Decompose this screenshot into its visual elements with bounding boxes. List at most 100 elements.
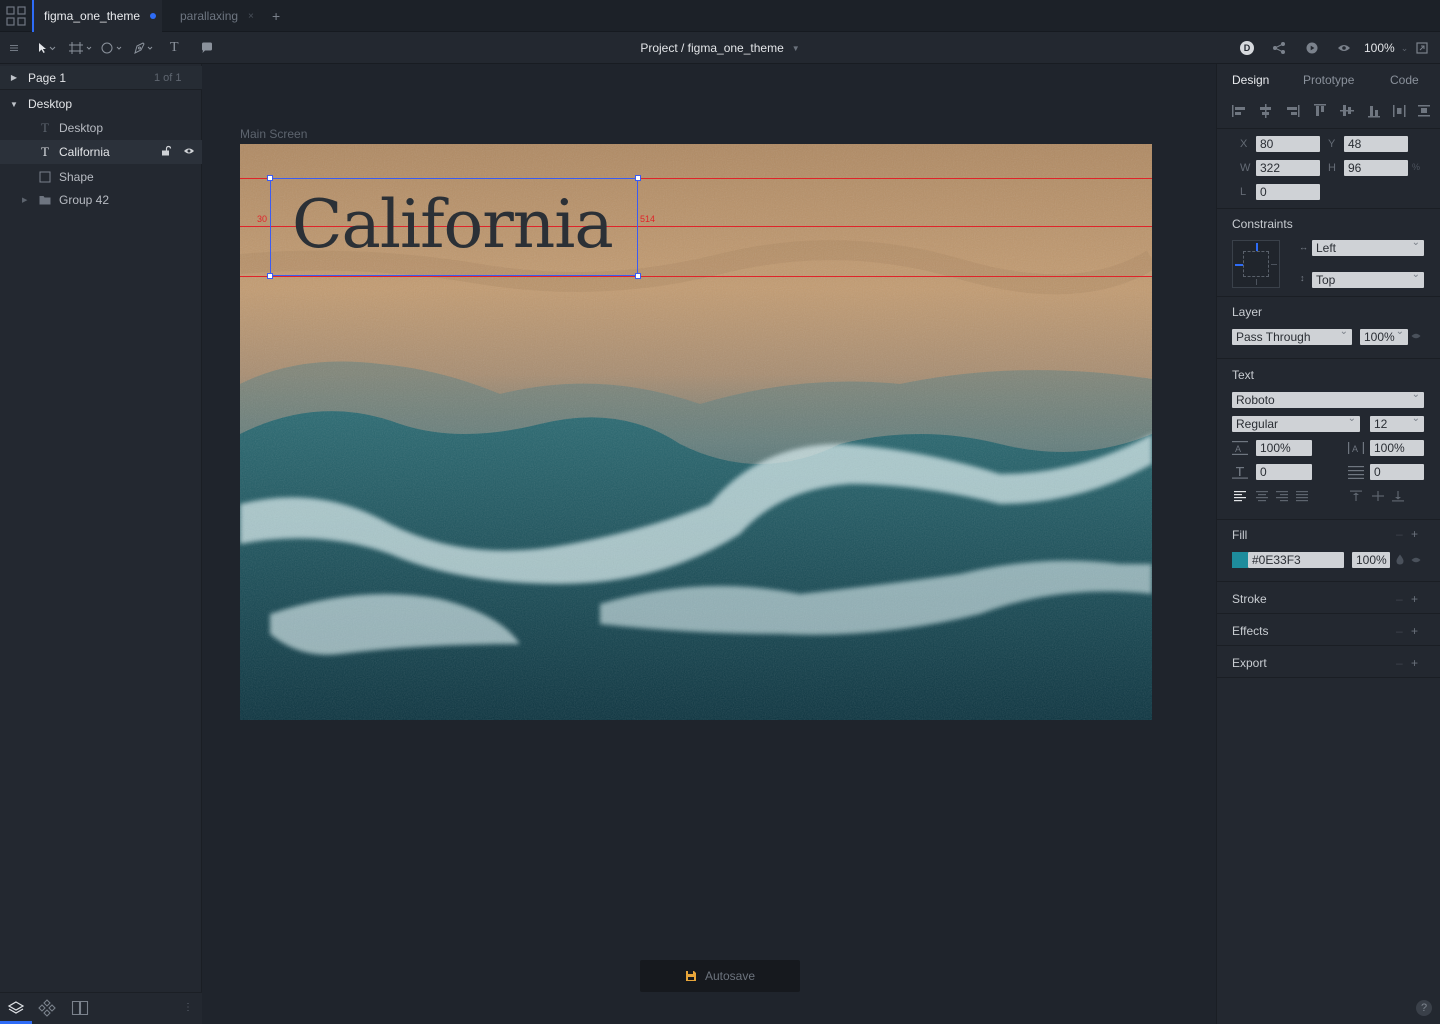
tab-figma-one-theme[interactable]: figma_one_theme xyxy=(32,0,162,32)
frame-tool-icon[interactable] xyxy=(68,32,94,64)
unlock-icon[interactable] xyxy=(160,145,172,157)
constraint-bottom-bar[interactable] xyxy=(1256,279,1257,285)
layer-item-california[interactable]: T California xyxy=(0,140,202,164)
resize-handle-bl[interactable] xyxy=(267,273,273,279)
opacity-select[interactable]: 100% xyxy=(1360,326,1408,345)
font-family-select[interactable]: Roboto xyxy=(1232,389,1424,408)
components-icon[interactable] xyxy=(38,999,56,1017)
remove-effect-icon[interactable]: – xyxy=(1396,624,1403,638)
paragraph-spacing-field[interactable]: 0 xyxy=(1256,464,1312,480)
unsaved-dot-icon xyxy=(150,13,157,19)
preview-eye-icon[interactable] xyxy=(1337,32,1351,64)
frame-label[interactable]: Main Screen xyxy=(240,127,307,141)
apps-grid-icon[interactable] xyxy=(0,0,32,32)
y-field[interactable]: 48 xyxy=(1344,136,1408,152)
letter-spacing-field[interactable]: 100% xyxy=(1370,440,1424,456)
fill-hex-field[interactable]: #0E33F3 xyxy=(1248,552,1344,568)
library-book-icon[interactable] xyxy=(71,999,89,1017)
align-top-icon xyxy=(1314,104,1326,116)
resize-handle-tr[interactable] xyxy=(635,175,641,181)
measure-right-label: 514 xyxy=(640,214,656,224)
layer-label: Desktop xyxy=(59,121,104,135)
line-height-field[interactable]: 100% xyxy=(1256,440,1312,456)
divider xyxy=(1216,581,1440,582)
visibility-eye-icon[interactable] xyxy=(183,145,195,157)
caret-right-icon: ▶ xyxy=(10,73,18,82)
layer-visibility-eye-icon[interactable] xyxy=(1411,331,1421,341)
caret-right-icon[interactable]: ▶ xyxy=(22,196,32,204)
font-size-select[interactable]: 12 xyxy=(1370,413,1424,432)
remove-fill-icon[interactable]: – xyxy=(1396,527,1403,541)
add-fill-icon[interactable]: + xyxy=(1411,527,1418,541)
vertical-align-top-icon xyxy=(1350,490,1362,501)
layers-icon[interactable] xyxy=(7,999,25,1017)
caret-down-icon[interactable]: ▼ xyxy=(0,100,28,109)
text-tool-icon[interactable]: T xyxy=(170,32,179,64)
help-icon[interactable]: ? xyxy=(1416,1000,1432,1016)
remove-export-icon[interactable]: – xyxy=(1396,656,1403,670)
avatar-initial: D xyxy=(1240,41,1254,55)
tab-label: figma_one_theme xyxy=(44,9,141,23)
autosave-indicator: Autosave xyxy=(640,960,800,992)
tab-design[interactable]: Design xyxy=(1232,64,1269,96)
fill-opacity-field[interactable]: 100% xyxy=(1352,552,1390,568)
fill-title: Fill xyxy=(1232,528,1248,542)
h-field[interactable]: 96 xyxy=(1344,160,1408,176)
align-center-h-icon xyxy=(1260,104,1271,118)
layer-label: Desktop xyxy=(28,97,73,111)
resize-handle-tl[interactable] xyxy=(267,175,273,181)
fill-color-swatch[interactable] xyxy=(1232,552,1248,568)
add-stroke-icon[interactable]: + xyxy=(1411,592,1418,606)
pen-tool-icon[interactable] xyxy=(132,32,158,64)
comment-tool-icon[interactable] xyxy=(200,32,214,64)
add-export-icon[interactable]: + xyxy=(1411,656,1418,670)
fill-visibility-eye-icon[interactable] xyxy=(1411,555,1421,565)
add-effect-icon[interactable]: + xyxy=(1411,624,1418,638)
shape-tool-icon[interactable] xyxy=(100,32,128,64)
layer-item-group-42[interactable]: ▶ Group 42 xyxy=(0,188,202,212)
tab-prototype[interactable]: Prototype xyxy=(1303,64,1354,96)
constraint-left-bar[interactable] xyxy=(1235,264,1243,266)
constraint-horizontal-select[interactable]: Left xyxy=(1312,237,1424,256)
constrain-proportions-icon[interactable]: % xyxy=(1412,162,1420,172)
divider xyxy=(1216,128,1440,129)
zoom-level[interactable]: 100% ⌄ xyxy=(1364,32,1408,64)
constraint-vertical-select[interactable]: Top xyxy=(1312,269,1424,288)
x-field[interactable]: 80 xyxy=(1256,136,1320,152)
divider xyxy=(1216,645,1440,646)
divider xyxy=(1216,208,1440,209)
layer-item-desktop[interactable]: T Desktop xyxy=(0,116,202,140)
layer-item-shape[interactable]: Shape xyxy=(0,165,202,189)
move-tool-icon[interactable] xyxy=(36,32,58,64)
w-field[interactable]: 322 xyxy=(1256,160,1320,176)
fullscreen-icon[interactable] xyxy=(1416,32,1428,64)
blend-mode-select[interactable]: Pass Through xyxy=(1232,326,1352,345)
tab-parallaxing[interactable]: parallaxing × xyxy=(170,0,260,32)
rotation-field[interactable]: 0 xyxy=(1256,184,1320,200)
constraints-widget[interactable] xyxy=(1232,240,1280,288)
paragraph-indent-icon xyxy=(1348,465,1364,479)
paragraph-indent-field[interactable]: 0 xyxy=(1370,464,1424,480)
resize-handle-br[interactable] xyxy=(635,273,641,279)
font-weight-select[interactable]: Regular xyxy=(1232,413,1360,432)
tab-code[interactable]: Code xyxy=(1390,64,1419,96)
more-options-icon[interactable]: ⋮ xyxy=(183,1002,193,1013)
selection-box[interactable] xyxy=(270,178,638,276)
avatar[interactable]: D xyxy=(1240,32,1254,64)
layer-frame-desktop[interactable]: ▼ Desktop xyxy=(0,92,202,116)
layer-label: Shape xyxy=(59,170,94,184)
play-icon[interactable] xyxy=(1305,32,1319,64)
fill-drop-icon[interactable] xyxy=(1396,554,1404,565)
add-tab-button[interactable]: + xyxy=(272,0,280,32)
share-icon[interactable] xyxy=(1272,32,1286,64)
svg-text:A: A xyxy=(1352,444,1358,454)
remove-stroke-icon[interactable]: – xyxy=(1396,592,1403,606)
paragraph-spacing-icon xyxy=(1232,465,1248,479)
layer-title: Layer xyxy=(1232,305,1263,319)
export-title: Export xyxy=(1232,656,1267,670)
constraint-top-bar[interactable] xyxy=(1256,243,1258,251)
menu-icon[interactable] xyxy=(8,32,20,64)
layer-label: California xyxy=(59,145,110,159)
constraint-right-bar[interactable] xyxy=(1271,264,1277,265)
close-icon[interactable]: × xyxy=(248,11,254,22)
